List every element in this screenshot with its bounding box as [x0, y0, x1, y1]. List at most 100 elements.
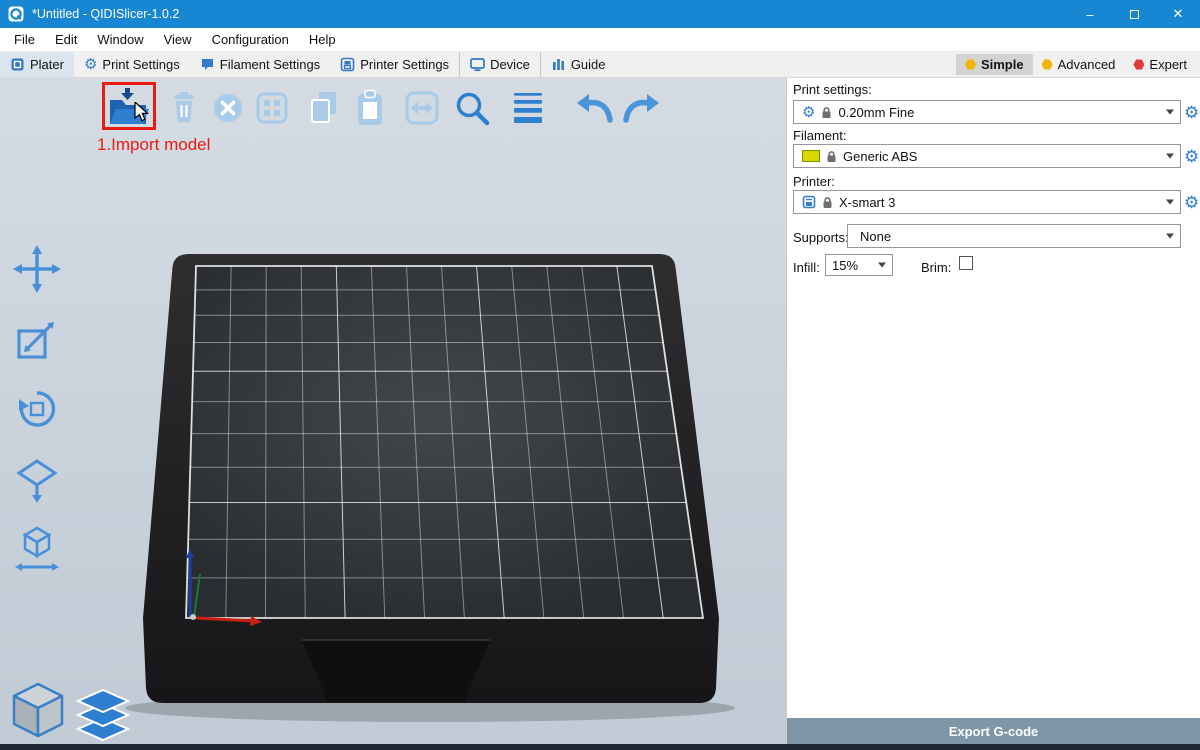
redo-button[interactable]	[620, 86, 664, 130]
place-on-face-icon	[11, 453, 63, 505]
settings-sidebar: Print settings: ⚙ 0.20mm Fine ⚙ Filament…	[786, 78, 1200, 750]
window-title: *Untitled - QIDISlicer-1.0.2	[32, 7, 179, 21]
filament-dropdown[interactable]: Generic ABS	[793, 144, 1181, 168]
print-settings-icon: ⚙	[84, 57, 97, 72]
guide-icon	[551, 57, 566, 72]
filament-label: Filament:	[793, 128, 846, 143]
app-logo-icon	[8, 6, 24, 22]
print-settings-dropdown[interactable]: ⚙ 0.20mm Fine	[793, 100, 1181, 124]
measure-button[interactable]	[8, 520, 66, 578]
delete-icon	[167, 90, 201, 126]
mode-simple-label: Simple	[981, 57, 1024, 72]
brim-checkbox[interactable]	[959, 256, 973, 270]
layer-editing-icon	[509, 90, 547, 126]
tab-plater-label: Plater	[30, 57, 64, 72]
mode-switcher: Simple Advanced Expert	[956, 52, 1200, 77]
rotate-button[interactable]	[8, 380, 66, 438]
undo-button[interactable]	[572, 86, 616, 130]
status-strip	[0, 744, 1200, 750]
supports-dropdown[interactable]: None	[847, 224, 1181, 248]
tab-guide-label: Guide	[571, 57, 606, 72]
lock-icon	[822, 196, 833, 209]
mode-advanced-label: Advanced	[1058, 57, 1116, 72]
menu-configuration[interactable]: Configuration	[202, 28, 299, 51]
printer-label: Printer:	[793, 174, 835, 189]
split-button[interactable]	[400, 86, 444, 130]
chevron-down-icon	[1166, 154, 1174, 159]
print-bed	[0, 78, 786, 750]
delete-all-button[interactable]	[206, 86, 250, 130]
filament-value: Generic ABS	[843, 149, 917, 164]
filament-color-swatch	[802, 150, 820, 162]
menu-view[interactable]: View	[154, 28, 202, 51]
menu-file[interactable]: File	[4, 28, 45, 51]
advanced-mode-icon	[1042, 59, 1053, 70]
rotate-icon	[11, 383, 63, 435]
filament-gear-button[interactable]: ⚙	[1184, 148, 1199, 165]
tab-filament-settings-label: Filament Settings	[220, 57, 320, 72]
tab-filament-settings[interactable]: Filament Settings	[190, 52, 330, 77]
mode-advanced[interactable]: Advanced	[1033, 54, 1125, 75]
printer-settings-icon	[340, 57, 355, 72]
chevron-down-icon	[1166, 234, 1174, 239]
menu-window[interactable]: Window	[87, 28, 153, 51]
place-on-face-button[interactable]	[8, 450, 66, 508]
3d-viewport[interactable]: 1.Import model	[0, 78, 786, 750]
printer-icon	[802, 195, 816, 209]
3d-view-icon	[6, 678, 70, 742]
tab-print-settings-label: Print Settings	[102, 57, 179, 72]
printer-gear-button[interactable]: ⚙	[1184, 194, 1199, 211]
expert-mode-icon	[1133, 59, 1144, 70]
simple-mode-icon	[965, 59, 976, 70]
maximize-icon	[1130, 10, 1139, 19]
infill-label: Infill:	[793, 260, 820, 275]
annotation-step-label: 1.Import model	[97, 135, 210, 155]
tab-plater[interactable]: Plater	[0, 52, 74, 77]
delete-button[interactable]	[162, 86, 206, 130]
mouse-cursor-icon	[134, 102, 154, 127]
minimize-button[interactable]: –	[1068, 0, 1112, 28]
tab-device-label: Device	[490, 57, 530, 72]
paste-button[interactable]	[348, 86, 392, 130]
tab-printer-settings-label: Printer Settings	[360, 57, 449, 72]
copy-icon	[306, 89, 342, 127]
menu-help[interactable]: Help	[299, 28, 346, 51]
mode-expert[interactable]: Expert	[1124, 54, 1196, 75]
tab-guide[interactable]: Guide	[540, 52, 616, 77]
tab-print-settings[interactable]: ⚙ Print Settings	[74, 52, 190, 77]
brim-label: Brim:	[921, 260, 951, 275]
mode-expert-label: Expert	[1149, 57, 1187, 72]
export-gcode-button[interactable]: Export G-code	[787, 718, 1200, 744]
lock-icon	[826, 150, 837, 163]
chevron-down-icon	[878, 263, 886, 268]
printer-dropdown[interactable]: X-smart 3	[793, 190, 1181, 214]
menu-bar: File Edit Window View Configuration Help	[0, 28, 1200, 52]
scale-button[interactable]	[8, 310, 66, 368]
layers-preview-button[interactable]	[74, 688, 132, 745]
tab-device[interactable]: Device	[459, 52, 540, 77]
layer-editing-button[interactable]	[506, 86, 550, 130]
redo-icon	[621, 91, 663, 125]
infill-value: 15%	[832, 258, 858, 273]
print-settings-label: Print settings:	[793, 82, 872, 97]
copy-button[interactable]	[302, 86, 346, 130]
arrange-icon	[254, 90, 290, 126]
search-button[interactable]	[450, 86, 494, 130]
search-icon	[452, 88, 492, 128]
maximize-button[interactable]	[1112, 0, 1156, 28]
print-settings-gear-button[interactable]: ⚙	[1184, 104, 1199, 121]
tab-printer-settings[interactable]: Printer Settings	[330, 52, 459, 77]
close-button[interactable]: ✕	[1156, 0, 1200, 28]
tab-bar: Plater ⚙ Print Settings Filament Setting…	[0, 52, 1200, 78]
arrange-button[interactable]	[250, 86, 294, 130]
chevron-down-icon	[1166, 200, 1174, 205]
layers-preview-icon	[74, 688, 132, 742]
move-button[interactable]	[8, 240, 66, 298]
titlebar: *Untitled - QIDISlicer-1.0.2 – ✕	[0, 0, 1200, 28]
infill-dropdown[interactable]: 15%	[825, 254, 893, 276]
supports-label: Supports:	[793, 230, 849, 245]
3d-view-button[interactable]	[6, 678, 70, 745]
menu-edit[interactable]: Edit	[45, 28, 87, 51]
mode-simple[interactable]: Simple	[956, 54, 1033, 75]
lock-icon	[821, 106, 832, 119]
